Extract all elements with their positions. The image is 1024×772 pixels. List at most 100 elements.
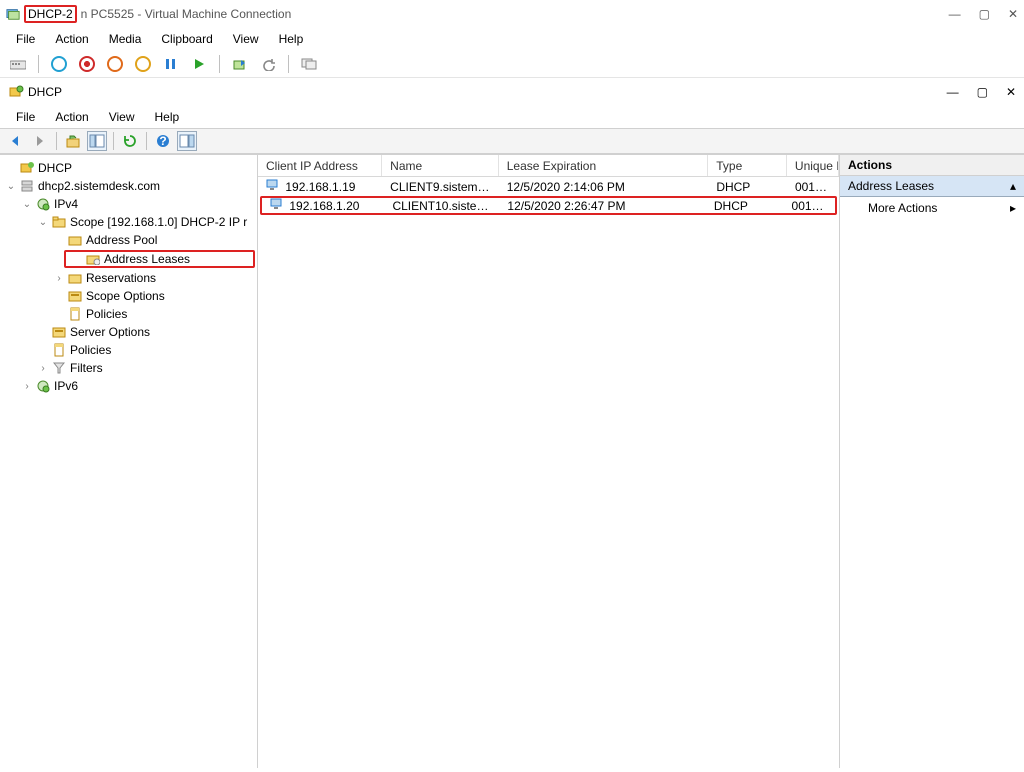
- tree-scope-policies[interactable]: Policies: [2, 305, 257, 323]
- options-icon: [50, 324, 68, 340]
- tb-forward-button[interactable]: [30, 131, 50, 151]
- tb-back-button[interactable]: [6, 131, 26, 151]
- dhcp-titlebar: DHCP — ▢ ✕: [0, 78, 1024, 106]
- tree-server[interactable]: ⌄ dhcp2.sistemdesk.com: [2, 177, 257, 195]
- chevron-right-icon: ▸: [1010, 201, 1016, 215]
- tree-server-policies[interactable]: Policies: [2, 341, 257, 359]
- collapse-icon: ▴: [1010, 179, 1016, 193]
- tree-scope[interactable]: ⌄ Scope [192.168.1.0] DHCP-2 IP r: [2, 213, 257, 231]
- lease-row[interactable]: 192.168.1.20 CLIENT10.sistemde... 12/5/2…: [260, 196, 837, 215]
- vmconn-menubar: File Action Media Clipboard View Help: [0, 28, 1024, 50]
- actions-title: Actions: [840, 155, 1024, 176]
- vmconn-minimize-button[interactable]: —: [949, 7, 961, 21]
- dhcp-window: DHCP — ▢ ✕ File Action View Help ?: [0, 78, 1024, 768]
- toolbar-separator: [288, 55, 289, 73]
- actions-pane: Actions Address Leases ▴ More Actions ▸: [840, 155, 1024, 768]
- tree-scope-options[interactable]: Scope Options: [2, 287, 257, 305]
- policies-icon: [66, 306, 84, 322]
- computer-icon: [266, 179, 282, 193]
- expand-toggle[interactable]: ⌄: [4, 181, 18, 192]
- folder-icon: [66, 232, 84, 248]
- vm-tb-revert[interactable]: [258, 54, 278, 74]
- list-pane: Client IP Address Name Lease Expiration …: [258, 155, 840, 768]
- actions-more[interactable]: More Actions ▸: [840, 197, 1024, 219]
- tree-ipv4[interactable]: ⌄ IPv4: [2, 195, 257, 213]
- tb-show-hide-tree[interactable]: [87, 131, 107, 151]
- vm-tb-pause[interactable]: [161, 54, 181, 74]
- dhcp-close-button[interactable]: ✕: [1006, 85, 1016, 99]
- vm-menu-action[interactable]: Action: [47, 30, 96, 48]
- toolbar-separator: [113, 132, 114, 150]
- expand-toggle[interactable]: ›: [52, 273, 66, 284]
- tree-address-leases[interactable]: Address Leases: [64, 250, 255, 268]
- tb-refresh-button[interactable]: [120, 131, 140, 151]
- folder-icon: [66, 270, 84, 286]
- vm-tb-ctrl-alt-del[interactable]: [8, 54, 28, 74]
- col-lease[interactable]: Lease Expiration: [499, 155, 709, 176]
- vm-tb-checkpoint[interactable]: [230, 54, 250, 74]
- dhcp-title: DHCP: [24, 85, 62, 99]
- toolbar-separator: [38, 55, 39, 73]
- lease-row[interactable]: 192.168.1.19 CLIENT9.sistemdes... 12/5/2…: [258, 177, 839, 196]
- vm-menu-file[interactable]: File: [8, 30, 43, 48]
- expand-toggle[interactable]: ›: [20, 381, 34, 392]
- list-header: Client IP Address Name Lease Expiration …: [258, 155, 839, 177]
- dhcp-toolbar: ?: [0, 128, 1024, 154]
- dhcp-root-icon: [18, 160, 36, 176]
- ipv4-icon: [34, 196, 52, 212]
- tree-root[interactable]: DHCP: [2, 159, 257, 177]
- policies-icon: [50, 342, 68, 358]
- tb-help-button[interactable]: ?: [153, 131, 173, 151]
- toolbar-separator: [56, 132, 57, 150]
- tree-ipv6[interactable]: › IPv6: [2, 377, 257, 395]
- tb-up-button[interactable]: [63, 131, 83, 151]
- vmconn-close-button[interactable]: ✕: [1008, 7, 1018, 21]
- vm-menu-help[interactable]: Help: [271, 30, 312, 48]
- vm-tb-enhanced[interactable]: [299, 54, 319, 74]
- tree-reservations[interactable]: › Reservations: [2, 269, 257, 287]
- tb-show-hide-action[interactable]: [177, 131, 197, 151]
- dhcp-menubar: File Action View Help: [0, 106, 1024, 128]
- dhcp-minimize-button[interactable]: —: [947, 85, 959, 99]
- folder-icon: [50, 214, 68, 230]
- toolbar-separator: [146, 132, 147, 150]
- tree-server-options[interactable]: Server Options: [2, 323, 257, 341]
- vm-menu-media[interactable]: Media: [101, 30, 150, 48]
- vmconn-icon: [6, 7, 20, 21]
- vm-menu-clipboard[interactable]: Clipboard: [153, 30, 220, 48]
- col-name[interactable]: Name: [382, 155, 499, 176]
- dhcp-menu-view[interactable]: View: [101, 108, 143, 126]
- expand-toggle[interactable]: ⌄: [36, 217, 50, 228]
- col-type[interactable]: Type: [708, 155, 787, 176]
- vmconn-titlebar: DHCP-2 n PC5525 - Virtual Machine Connec…: [0, 0, 1024, 28]
- toolbar-separator: [219, 55, 220, 73]
- dhcp-menu-file[interactable]: File: [8, 108, 43, 126]
- vmconn-title-rest: n PC5525 - Virtual Machine Connection: [81, 7, 292, 21]
- vmconn-title-highlight: DHCP-2: [24, 5, 77, 23]
- actions-section-header[interactable]: Address Leases ▴: [840, 176, 1024, 197]
- expand-toggle[interactable]: ›: [36, 363, 50, 374]
- vm-tb-turnoff[interactable]: [77, 54, 97, 74]
- vm-menu-view[interactable]: View: [225, 30, 267, 48]
- vm-tb-reset[interactable]: [189, 54, 209, 74]
- col-uid[interactable]: Unique I: [787, 155, 839, 176]
- leases-icon: [84, 251, 102, 267]
- col-client-ip[interactable]: Client IP Address: [258, 155, 382, 176]
- vm-tb-save[interactable]: [133, 54, 153, 74]
- vm-tb-shutdown[interactable]: [105, 54, 125, 74]
- vmconn-maximize-button[interactable]: ▢: [979, 7, 990, 21]
- tree-filters[interactable]: › Filters: [2, 359, 257, 377]
- options-icon: [66, 288, 84, 304]
- expand-toggle[interactable]: ⌄: [20, 199, 34, 210]
- dhcp-menu-action[interactable]: Action: [47, 108, 96, 126]
- dhcp-menu-help[interactable]: Help: [147, 108, 188, 126]
- filter-icon: [50, 360, 68, 376]
- dhcp-maximize-button[interactable]: ▢: [977, 85, 988, 99]
- tree-pane: DHCP ⌄ dhcp2.sistemdesk.com ⌄ IPv4 ⌄ Sco…: [0, 155, 258, 768]
- computer-icon: [270, 198, 286, 212]
- tree-address-pool[interactable]: Address Pool: [2, 231, 257, 249]
- svg-text:?: ?: [159, 134, 166, 148]
- vm-tb-start[interactable]: [49, 54, 69, 74]
- dhcp-app-icon: [8, 84, 24, 100]
- dhcp-panes: DHCP ⌄ dhcp2.sistemdesk.com ⌄ IPv4 ⌄ Sco…: [0, 154, 1024, 768]
